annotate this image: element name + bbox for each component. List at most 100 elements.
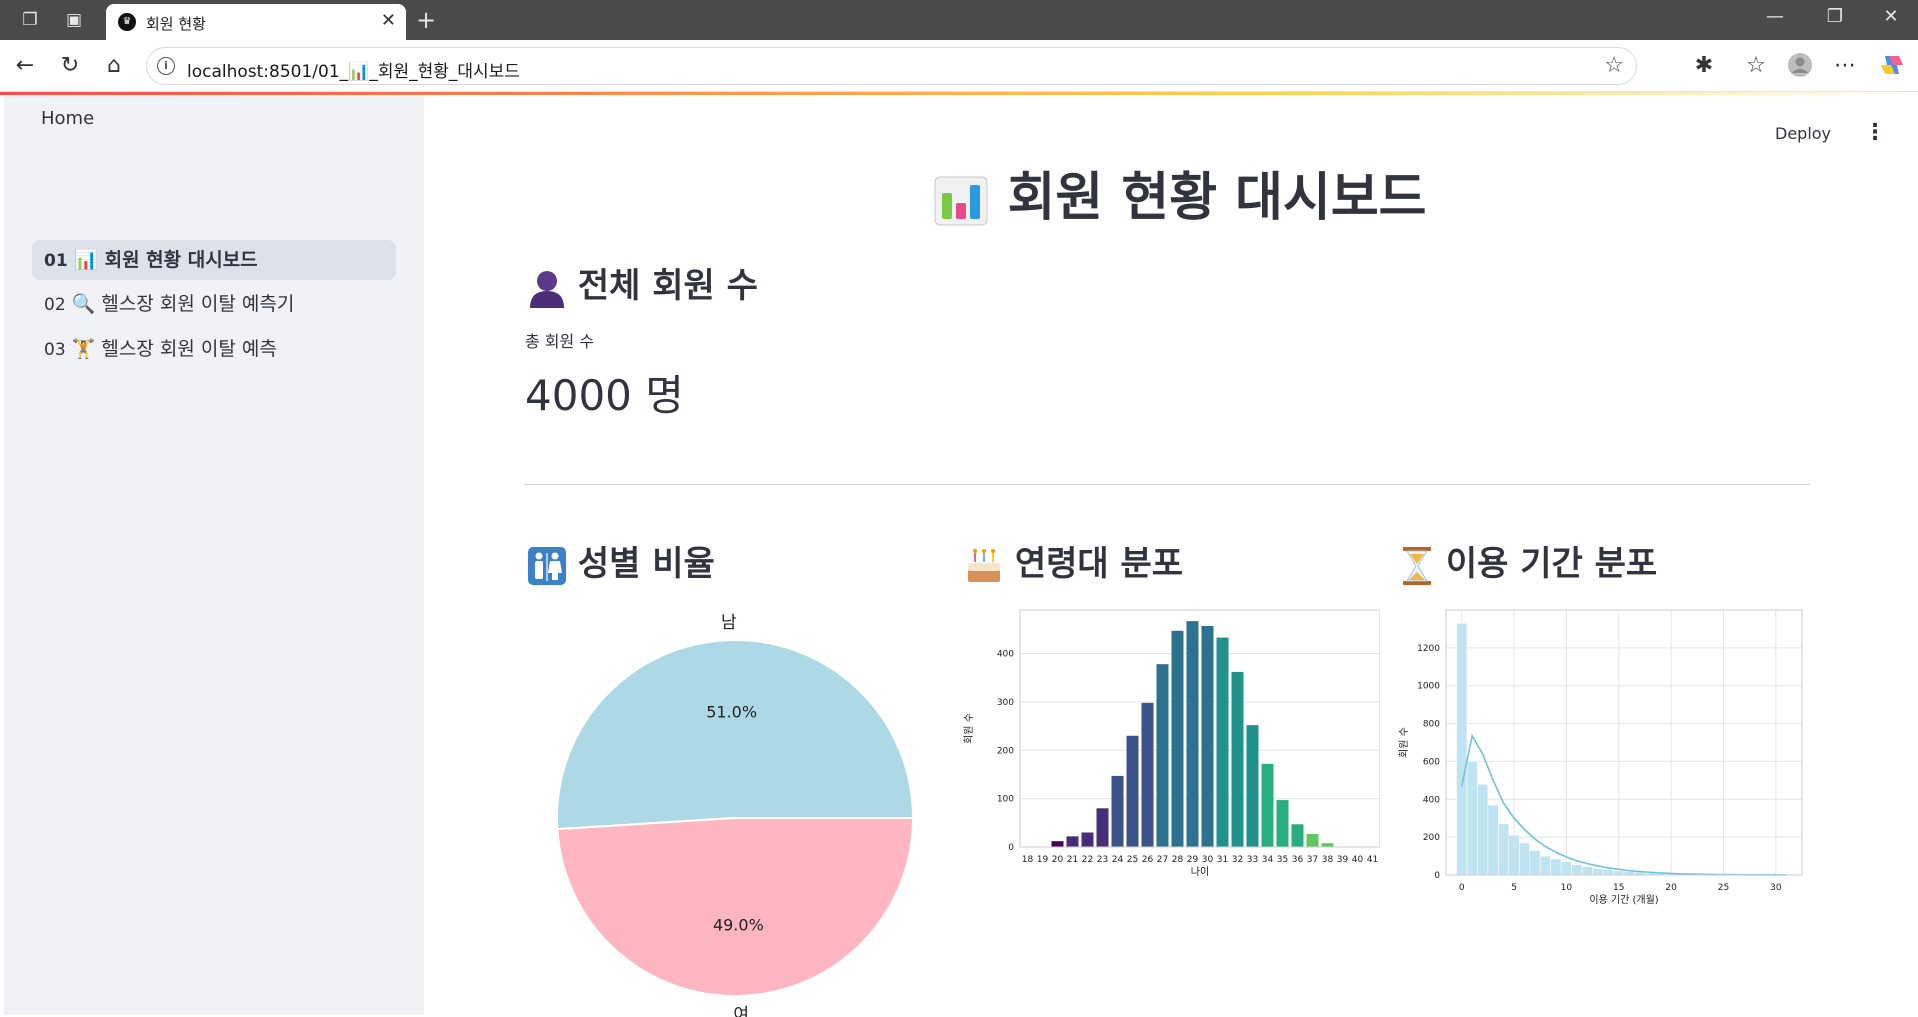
- favorite-star-icon[interactable]: ☆: [1604, 53, 1624, 78]
- sidebar-item-churn-predictor[interactable]: 02 🔍 헬스장 회원 이탈 예측기: [32, 284, 396, 324]
- copilot-icon[interactable]: [1878, 52, 1906, 80]
- workspaces-icon[interactable]: ❐: [18, 8, 42, 32]
- age-bar: [1216, 637, 1229, 847]
- reload-icon[interactable]: ↻: [56, 52, 84, 80]
- age-bar: [1171, 630, 1184, 847]
- age-bar: [1066, 836, 1079, 847]
- age-bar: [1081, 832, 1094, 847]
- period-bar: [1623, 871, 1635, 876]
- age-y-axis-label: 회원 수: [963, 713, 975, 744]
- period-histogram-chart: 0 200 400 600 800 1000 1200 0 5 10 15 20 25 30 이용 기간 …: [1398, 609, 1803, 906]
- period-bar: [1539, 855, 1552, 876]
- deploy-button[interactable]: Deploy: [1775, 124, 1831, 143]
- age-distribution-heading: 연령대 분포: [965, 536, 1183, 585]
- age-x-tick-label: 22: [1082, 855, 1093, 865]
- age-bar: [1111, 775, 1124, 847]
- new-tab-icon[interactable]: +: [416, 6, 436, 34]
- age-x-tick-label: 41: [1367, 855, 1378, 865]
- period-bar: [1613, 870, 1625, 876]
- restore-icon[interactable]: ❐: [1820, 6, 1850, 27]
- age-x-tick-label: 18: [1022, 855, 1034, 865]
- age-y-tick-label: 400: [997, 650, 1014, 660]
- weightlifter-emoji-icon: 🏋️: [71, 338, 96, 360]
- age-bar: [1156, 664, 1169, 847]
- period-x-tick-label: 10: [1561, 883, 1573, 893]
- age-x-tick-label: 37: [1307, 855, 1318, 865]
- age-x-tick-label: 40: [1352, 855, 1364, 865]
- minimize-icon[interactable]: —: [1760, 6, 1790, 27]
- vertical-tabs-icon[interactable]: ▣: [62, 8, 86, 32]
- period-x-tick-label: 5: [1511, 883, 1517, 893]
- sidebar-item-label: 헬스장 회원 이탈 예측기: [101, 293, 295, 315]
- restroom-icon: [528, 546, 566, 585]
- close-tab-icon[interactable]: ✕: [381, 10, 396, 31]
- period-y-tick-label: 400: [1423, 795, 1440, 805]
- period-distribution-heading-text: 이용 기간 분포: [1445, 544, 1658, 584]
- age-x-tick-label: 35: [1277, 855, 1288, 865]
- sidebar-item-churn-prediction[interactable]: 03 🏋️ 헬스장 회원 이탈 예측: [32, 329, 396, 369]
- url-text[interactable]: localhost:8501/01_📊_회원_현황_대시보드: [187, 57, 520, 82]
- period-bar: [1518, 842, 1531, 876]
- tab-title: 회원 현황: [146, 15, 206, 33]
- age-x-tick-label: 20: [1052, 855, 1064, 865]
- age-x-tick-label: 36: [1292, 855, 1304, 865]
- metric-value: 4000 명: [525, 371, 684, 420]
- total-members-heading: 전체 회원 수: [528, 258, 758, 308]
- period-x-tick-label: 15: [1613, 883, 1624, 893]
- age-y-tick-label: 0: [1008, 843, 1014, 853]
- age-x-tick-label: 28: [1172, 855, 1184, 865]
- extensions-icon[interactable]: ✱: [1690, 52, 1718, 80]
- age-bars: [1051, 621, 1349, 847]
- period-x-tick-label: 0: [1459, 883, 1465, 893]
- age-x-axis-label: 나이: [1191, 866, 1209, 878]
- age-bar: [1096, 808, 1109, 847]
- divider: [525, 484, 1810, 485]
- sidebar-item-label: 회원 현황 대시보드: [104, 249, 258, 271]
- age-bar: [1291, 824, 1304, 847]
- age-x-tick-label: 38: [1322, 855, 1334, 865]
- age-x-tick-label: 26: [1142, 855, 1154, 865]
- pie-label-male: 남: [721, 613, 737, 633]
- age-y-tick-label: 300: [997, 698, 1014, 708]
- profile-avatar-icon[interactable]: [1786, 52, 1814, 80]
- age-bar: [1261, 763, 1274, 847]
- period-y-tick-label: 1200: [1417, 644, 1440, 654]
- more-menu-icon[interactable]: ⋯: [1831, 52, 1859, 80]
- age-bar: [1201, 625, 1214, 847]
- address-bar[interactable]: i localhost:8501/01_📊_회원_현황_대시보드 ☆: [146, 47, 1637, 85]
- age-distribution-heading-text: 연령대 분포: [1014, 544, 1184, 584]
- pie-slice-male: [556, 639, 915, 831]
- age-x-tick-label: 24: [1112, 855, 1124, 865]
- period-bar: [1456, 622, 1468, 876]
- back-icon[interactable]: ←: [11, 52, 39, 80]
- bust-silhouette-icon: [530, 270, 564, 308]
- favorites-icon[interactable]: ☆: [1742, 52, 1770, 80]
- window-close-icon[interactable]: ✕: [1876, 6, 1906, 27]
- hourglass-icon: [1403, 546, 1431, 585]
- age-x-tick-label: 23: [1097, 855, 1108, 865]
- age-bar: [1246, 725, 1259, 847]
- period-bar: [1581, 866, 1593, 876]
- streamlit-favicon-icon: ♛: [118, 13, 136, 31]
- home-icon[interactable]: ⌂: [100, 52, 128, 80]
- browser-tab[interactable]: ♛ 회원 현황 ✕: [106, 4, 406, 40]
- age-bar: [1276, 800, 1289, 847]
- period-x-tick-label: 20: [1665, 883, 1677, 893]
- page-title: 회원 현황 대시보드: [0, 155, 1918, 230]
- sidebar-home-link[interactable]: Home: [41, 108, 94, 129]
- age-bar: [1321, 843, 1334, 847]
- gender-ratio-heading-text: 성별 비율: [577, 544, 715, 584]
- period-bar: [1550, 858, 1562, 876]
- birthday-cake-icon: [968, 548, 1000, 582]
- sidebar-item-dashboard[interactable]: 01 📊 회원 현황 대시보드: [32, 240, 396, 280]
- age-x-tick-label: 32: [1232, 855, 1243, 865]
- site-info-icon[interactable]: i: [157, 57, 175, 75]
- sidebar-item-number: 03: [44, 340, 66, 360]
- main-menu-icon[interactable]: ⋮: [1864, 120, 1886, 145]
- pie-percent-female: 49.0%: [713, 916, 764, 935]
- sidebar-item-label: 헬스장 회원 이탈 예측: [101, 338, 277, 360]
- period-x-tick-label: 25: [1718, 883, 1729, 893]
- age-y-tick-label: 100: [997, 795, 1014, 805]
- age-bar: [1051, 841, 1064, 847]
- total-members-heading-text: 전체 회원 수: [577, 266, 758, 306]
